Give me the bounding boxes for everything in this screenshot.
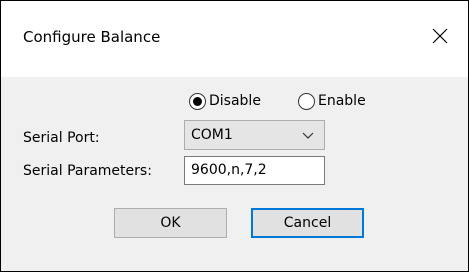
radio-disable-indicator[interactable]: [189, 92, 206, 110]
serial-port-select[interactable]: COM1: [184, 120, 325, 150]
serial-port-value: COM1: [191, 127, 233, 143]
radio-enable-indicator[interactable]: [298, 92, 315, 110]
close-button[interactable]: [425, 21, 455, 51]
radio-enable[interactable]: Enable: [298, 91, 366, 111]
radio-enable-label: Enable: [318, 93, 366, 109]
radio-disable-label: Disable: [209, 93, 261, 109]
chevron-down-icon: [302, 130, 314, 140]
dialog-title: Configure Balance: [23, 28, 161, 46]
configure-balance-dialog: Configure Balance Disable Enable Serial …: [0, 0, 469, 272]
cancel-button[interactable]: Cancel: [251, 208, 364, 238]
serial-parameters-label: Serial Parameters:: [23, 163, 152, 179]
close-icon: [432, 28, 448, 44]
serial-parameters-input[interactable]: 9600,n,7,2: [184, 156, 325, 185]
serial-parameters-value: 9600,n,7,2: [191, 162, 267, 178]
ok-button[interactable]: OK: [114, 208, 227, 238]
serial-port-label: Serial Port:: [23, 130, 100, 146]
title-bar: Configure Balance: [1, 1, 468, 77]
radio-disable[interactable]: Disable: [189, 91, 261, 111]
